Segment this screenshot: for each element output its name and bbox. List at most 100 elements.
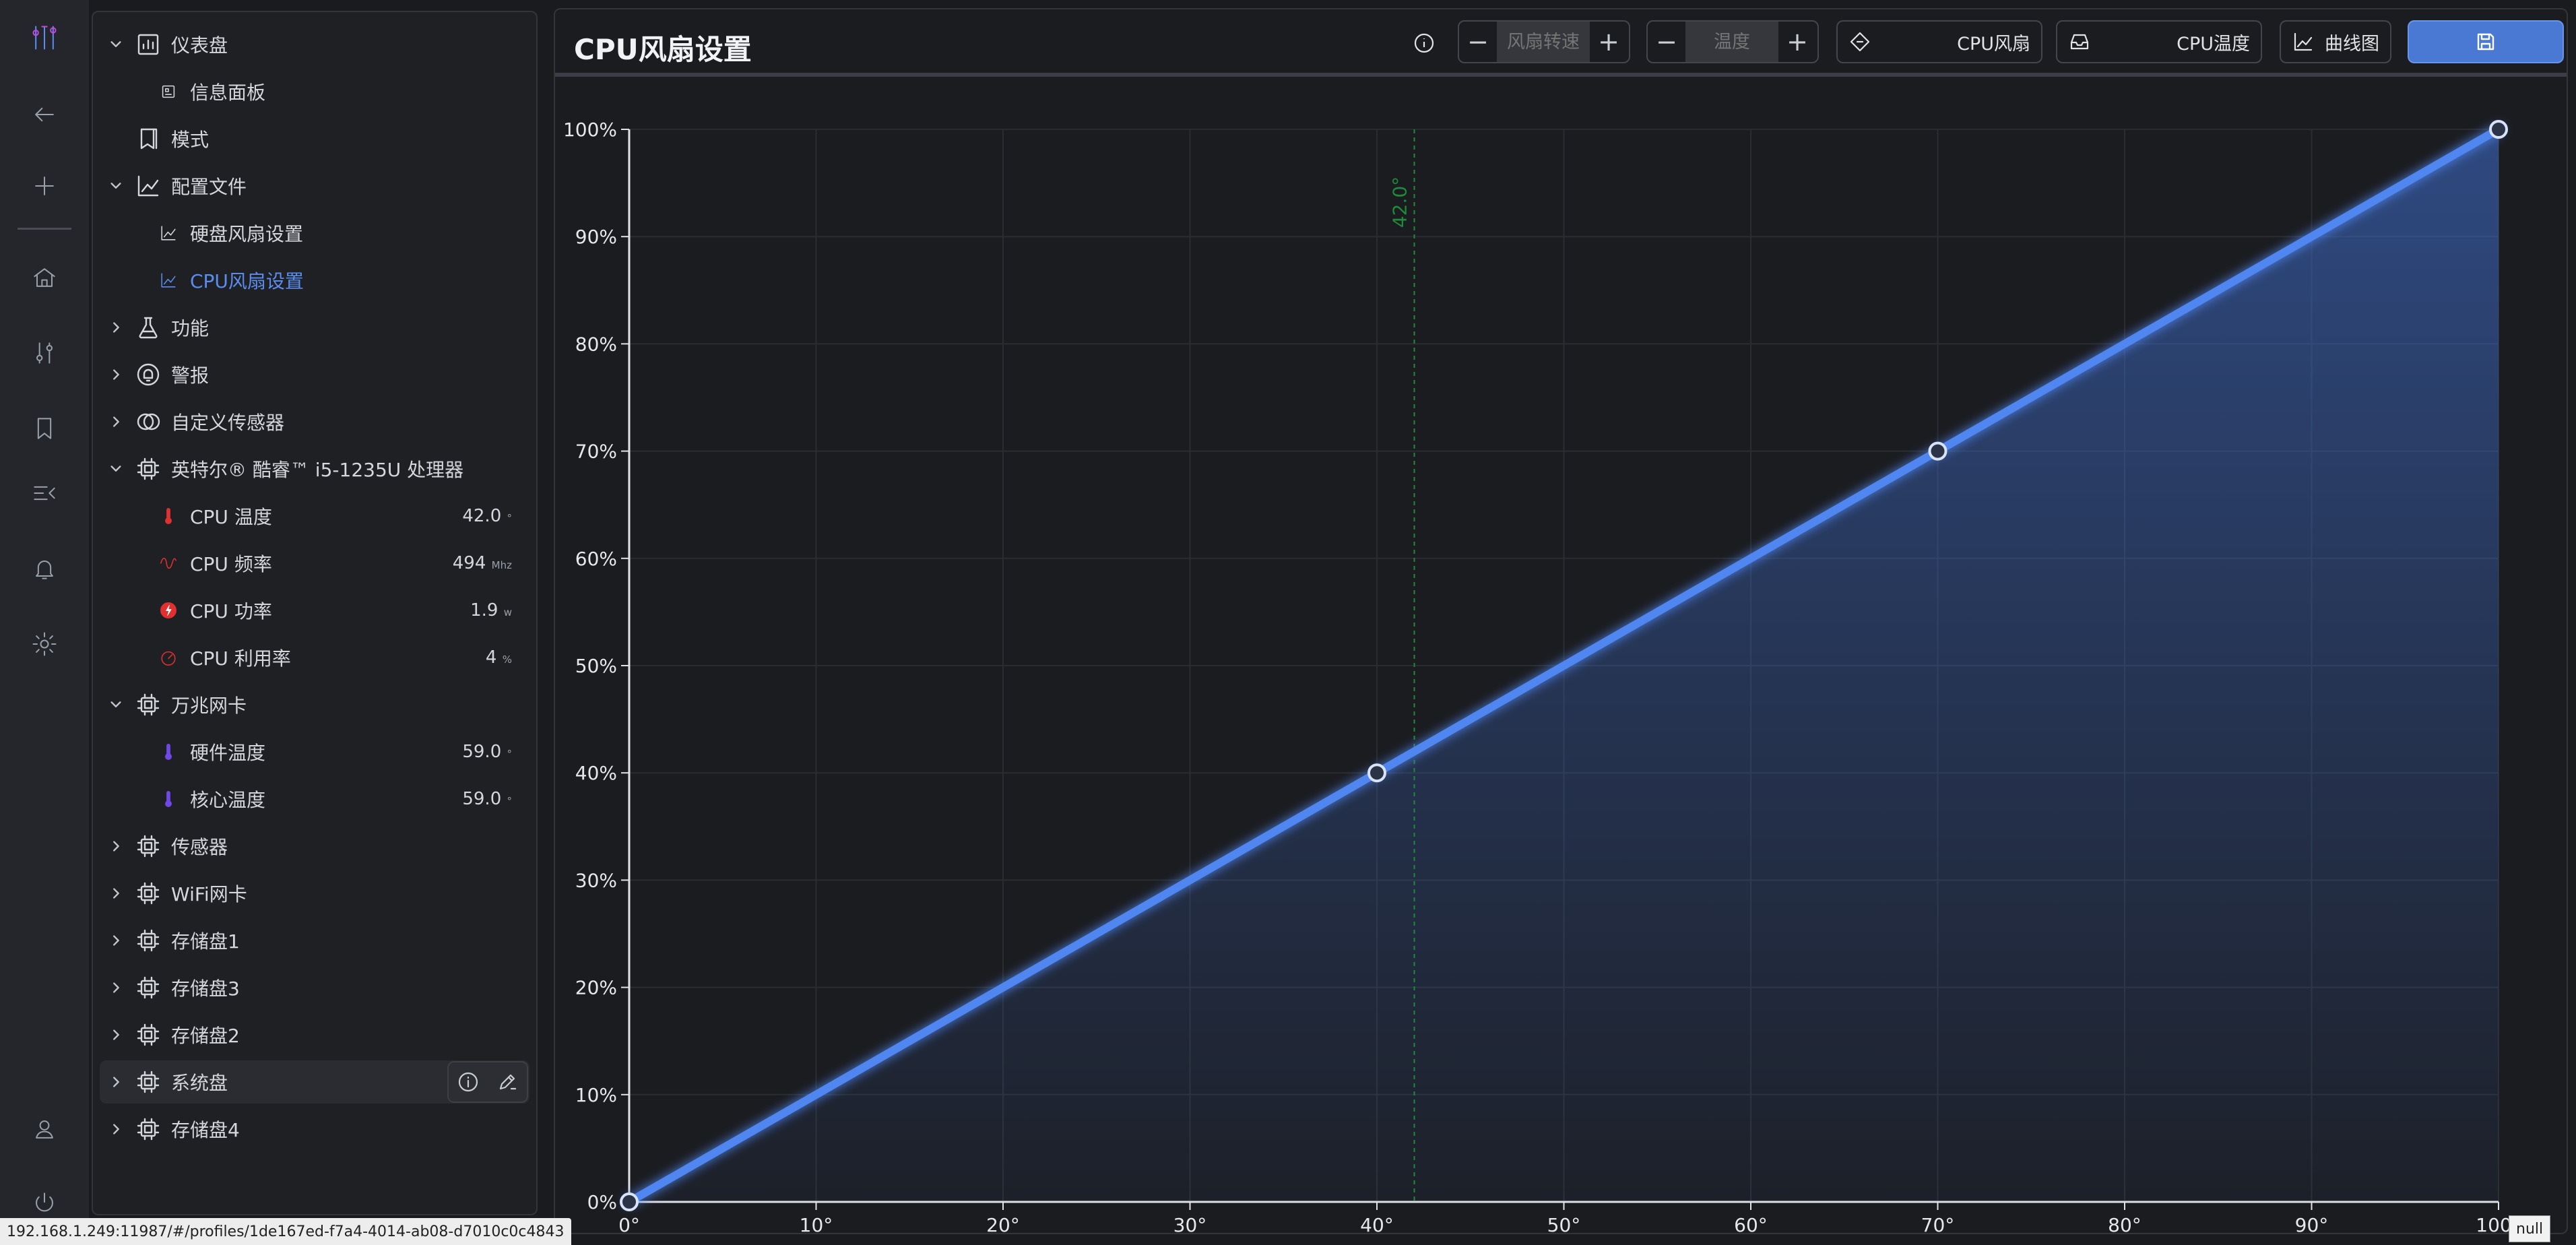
add-icon[interactable] [18, 159, 71, 213]
y-tick-label: 70% [575, 441, 617, 463]
nav-label: 传感器 [171, 836, 228, 858]
nav-cpu-fan[interactable]: CPU风扇设置 [100, 259, 529, 302]
nav-disk2[interactable]: 存储盘2 [100, 1013, 529, 1056]
nav-disk4[interactable]: 存储盘4 [100, 1108, 529, 1151]
chevron-right-icon[interactable] [104, 881, 128, 905]
wave-icon [156, 551, 181, 575]
nav-disk3[interactable]: 存储盘3 [100, 966, 529, 1009]
x-tick-label: 50° [1547, 1214, 1581, 1233]
chevron-down-icon[interactable] [104, 457, 128, 481]
nav-system-disk[interactable]: 系统盘 [100, 1060, 529, 1104]
fan-speed-input[interactable] [1497, 22, 1590, 62]
fan-curve-svg[interactable]: 0° 10° 20° 30° 40° 50° 60° 70° 80° 90° 100°0%10%20… [555, 81, 2567, 1233]
bookmark-icon[interactable] [18, 402, 71, 455]
y-tick-label: 60% [575, 548, 617, 570]
cpu-icon [132, 453, 164, 485]
chevron-right-icon[interactable] [104, 1023, 128, 1047]
nav-alerts[interactable]: 警报 [100, 353, 529, 396]
current-temp-marker-label: 42.0° [1389, 177, 1411, 228]
chart-mode-label: 曲线图 [2325, 33, 2379, 55]
dashboard-icon [132, 28, 164, 61]
menu-fold-icon[interactable] [18, 466, 71, 520]
nav-label: CPU风扇设置 [190, 270, 304, 292]
curve-control-point[interactable] [1367, 763, 1386, 783]
gear-icon[interactable] [18, 617, 71, 671]
sensor-hw-temp[interactable]: 硬件温度 59.0 ° [100, 730, 529, 773]
user-icon[interactable] [18, 1102, 71, 1156]
edit-icon[interactable] [488, 1062, 527, 1102]
chevron-right-icon[interactable] [104, 928, 128, 953]
temp-source-select[interactable]: CPU温度 [2056, 20, 2262, 63]
cpu-icon [132, 971, 164, 1004]
y-tick-label: 30% [575, 869, 617, 891]
chart-line-icon [156, 268, 181, 292]
x-tick-label: 90° [2295, 1214, 2329, 1233]
fan-curve-chart[interactable]: 0° 10° 20° 30° 40° 50° 60° 70° 80° 90° 100° 0% 10% 20… [555, 81, 2567, 1233]
chevron-right-icon[interactable] [104, 1070, 128, 1094]
chevron-right-icon[interactable] [104, 1117, 128, 1141]
nav-mode[interactable]: 模式 [100, 117, 529, 160]
nav-custom-sensor[interactable]: 自定义传感器 [100, 400, 529, 443]
curve-control-point[interactable] [620, 1192, 639, 1211]
info-icon[interactable] [449, 1062, 488, 1102]
bell-icon [132, 358, 164, 391]
nav-cpu-group[interactable]: 英特尔® 酷睿™ i5-1235U 处理器 [100, 447, 529, 490]
nav-label: 配置文件 [171, 176, 247, 198]
x-tick-label: 40° [1360, 1214, 1394, 1233]
chevron-down-icon[interactable] [104, 174, 128, 198]
chart-mode-button[interactable]: 曲线图 [2280, 20, 2391, 63]
temperature-stepper: − + [1646, 20, 1819, 63]
board-icon [156, 79, 181, 104]
decrement-button[interactable]: − [1459, 22, 1497, 62]
chevron-right-icon[interactable] [104, 976, 128, 1000]
nav-dashboard[interactable]: 仪表盘 [100, 23, 529, 66]
curve-control-point[interactable] [2489, 120, 2508, 139]
nav-label: 存储盘4 [171, 1119, 240, 1141]
chevron-right-icon[interactable] [104, 362, 128, 387]
nav-nic-group[interactable]: 万兆网卡 [100, 683, 529, 726]
sensor-label: 硬件温度 [190, 742, 266, 764]
chevron-right-icon[interactable] [104, 315, 128, 340]
nav-disk-fan[interactable]: 硬盘风扇设置 [100, 212, 529, 255]
nav-info-board[interactable]: 信息面板 [100, 70, 529, 113]
back-icon[interactable] [18, 88, 71, 141]
temperature-input[interactable] [1685, 22, 1778, 62]
cpu-icon [132, 1066, 164, 1098]
chart-line-icon [156, 221, 181, 245]
increment-button[interactable]: + [1590, 22, 1628, 62]
sensor-cpu-freq[interactable]: CPU 频率 494 Mhz [100, 542, 529, 585]
fan-source-select[interactable]: CPU风扇 [1836, 20, 2042, 63]
chevron-down-icon[interactable] [104, 693, 128, 717]
nav-sensors[interactable]: 传感器 [100, 825, 529, 868]
y-tick-label: 20% [575, 977, 617, 999]
nav-label: 硬盘风扇设置 [190, 223, 304, 245]
chevron-right-icon[interactable] [104, 834, 128, 858]
home-icon[interactable] [18, 251, 71, 305]
bell-icon[interactable] [18, 542, 71, 596]
sensor-cpu-power[interactable]: CPU 功率 1.9 w [100, 589, 529, 632]
info-icon[interactable] [1411, 30, 1438, 57]
page-title: CPU风扇设置 [574, 33, 752, 66]
nav-features[interactable]: 功能 [100, 306, 529, 349]
sensor-cpu-temp[interactable]: CPU 温度 42.0 ° [100, 494, 529, 538]
sensor-cpu-usage[interactable]: CPU 利用率 4 % [100, 636, 529, 679]
cpu-icon [132, 924, 164, 957]
increment-button[interactable]: + [1778, 22, 1816, 62]
chevron-right-icon[interactable] [104, 410, 128, 434]
nav-profiles[interactable]: 配置文件 [100, 164, 529, 208]
nav-disk1[interactable]: 存储盘1 [100, 919, 529, 962]
sensor-value: 1.9 w [470, 600, 512, 620]
save-button[interactable] [2408, 20, 2564, 63]
x-tick-label: 30° [1173, 1214, 1207, 1233]
chevron-down-icon[interactable] [104, 32, 128, 57]
sensor-core-temp[interactable]: 核心温度 59.0 ° [100, 777, 529, 821]
cpu-icon [132, 1113, 164, 1145]
cpu-icon [132, 877, 164, 909]
curve-control-point[interactable] [1928, 441, 1947, 461]
sensor-value: 4 % [485, 647, 512, 668]
nav-wifi[interactable]: WiFi网卡 [100, 872, 529, 915]
logo-icon[interactable] [18, 11, 71, 65]
status-badge: null [2509, 1215, 2551, 1242]
decrement-button[interactable]: − [1648, 22, 1685, 62]
tune-icon[interactable] [18, 326, 71, 380]
